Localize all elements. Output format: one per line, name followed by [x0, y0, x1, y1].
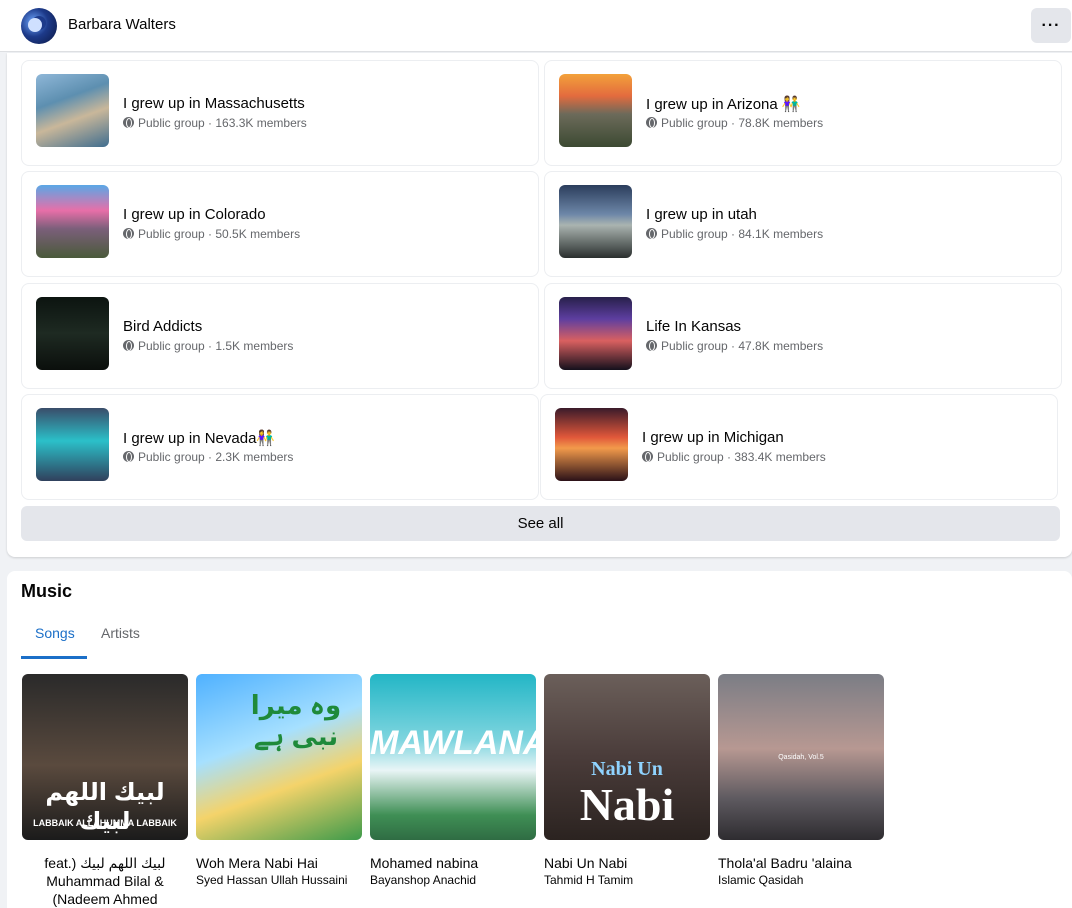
globe-icon [646, 117, 657, 128]
group-name[interactable]: I grew up in Michigan [642, 429, 784, 446]
song-cover[interactable]: Qasidah, Vol.5 [718, 674, 884, 840]
group-name[interactable]: I grew up in Arizona 👫 [646, 95, 801, 113]
song-artist[interactable]: Bayanshop Anachid [370, 872, 536, 888]
globe-icon [123, 228, 134, 239]
profile-header: Barbara Walters ··· [0, 0, 1072, 52]
group-thumbnail[interactable] [36, 408, 109, 481]
song-title[interactable]: feat.) لبيك اللهم لبيك Muhammad Bilal & … [22, 854, 188, 908]
tab-artists[interactable]: Artists [101, 625, 140, 641]
group-name[interactable]: I grew up in Colorado [123, 206, 266, 223]
more-options-button[interactable]: ··· [1031, 8, 1071, 43]
song-cover[interactable]: MAWLANA [370, 674, 536, 840]
group-name[interactable]: I grew up in utah [646, 206, 757, 223]
active-tab-indicator [21, 656, 87, 659]
group-meta: Public group · 383.4K members [642, 450, 826, 464]
group-meta: Public group · 2.3K members [123, 450, 293, 464]
group-item[interactable]: I grew up in Colorado Public group · 50.… [21, 171, 539, 277]
group-meta: Public group · 50.5K members [123, 227, 300, 241]
group-item[interactable]: I grew up in utah Public group · 84.1K m… [544, 171, 1062, 277]
song-item[interactable]: وہ میرا نبی ہے Woh Mera Nabi Hai Syed Ha… [196, 674, 362, 888]
globe-icon [123, 117, 134, 128]
song-item[interactable]: لبيك اللهم لبيك LABBAIK ALLAHUMMA LABBAI… [22, 674, 188, 908]
music-section: Music Songs Artists لبيك اللهم لبيك LABB… [7, 571, 1072, 908]
song-cover[interactable]: Nabi Un Nabi [544, 674, 710, 840]
group-meta: Public group · 163.3K members [123, 116, 307, 130]
avatar[interactable] [21, 8, 57, 44]
group-thumbnail[interactable] [36, 297, 109, 370]
song-item[interactable]: MAWLANA Mohamed nabina Bayanshop Anachid [370, 674, 536, 888]
group-item[interactable]: Life In Kansas Public group · 47.8K memb… [544, 283, 1062, 389]
globe-icon [646, 340, 657, 351]
song-cover[interactable]: لبيك اللهم لبيك LABBAIK ALLAHUMMA LABBAI… [22, 674, 188, 840]
group-meta: Public group · 78.8K members [646, 116, 823, 130]
group-thumbnail[interactable] [559, 185, 632, 258]
group-thumbnail[interactable] [555, 408, 628, 481]
group-item[interactable]: Bird Addicts Public group · 1.5K members [21, 283, 539, 389]
group-item[interactable]: I grew up in Nevada👫 Public group · 2.3K… [21, 394, 539, 500]
group-item[interactable]: I grew up in Massachusetts Public group … [21, 60, 539, 166]
groups-section: I grew up in Massachusetts Public group … [7, 53, 1072, 557]
group-thumbnail[interactable] [36, 74, 109, 147]
see-all-button[interactable]: See all [21, 506, 1060, 541]
song-item[interactable]: Nabi Un Nabi Nabi Un Nabi Tahmid H Tamim [544, 674, 710, 888]
song-artist[interactable]: Tahmid H Tamim [544, 872, 710, 888]
group-meta: Public group · 1.5K members [123, 339, 293, 353]
group-thumbnail[interactable] [36, 185, 109, 258]
group-item[interactable]: I grew up in Arizona 👫 Public group · 78… [544, 60, 1062, 166]
song-title[interactable]: Nabi Un Nabi [544, 854, 710, 872]
music-title: Music [21, 581, 73, 601]
globe-icon [642, 451, 653, 462]
globe-icon [123, 451, 134, 462]
profile-name[interactable]: Barbara Walters [68, 16, 176, 33]
song-artist[interactable]: Syed Hassan Ullah Hussaini [196, 872, 362, 888]
group-thumbnail[interactable] [559, 74, 632, 147]
group-name[interactable]: Bird Addicts [123, 318, 202, 335]
song-title[interactable]: Mohamed nabina [370, 854, 536, 872]
song-cover[interactable]: وہ میرا نبی ہے [196, 674, 362, 840]
tab-songs[interactable]: Songs [35, 625, 75, 641]
globe-icon [646, 228, 657, 239]
group-name[interactable]: I grew up in Nevada👫 [123, 429, 275, 447]
group-item[interactable]: I grew up in Michigan Public group · 383… [540, 394, 1058, 500]
group-thumbnail[interactable] [559, 297, 632, 370]
song-title[interactable]: Thola'al Badru 'alaina [718, 854, 884, 872]
song-title[interactable]: Woh Mera Nabi Hai [196, 854, 362, 872]
group-name[interactable]: I grew up in Massachusetts [123, 95, 305, 112]
song-item[interactable]: Qasidah, Vol.5 Thola'al Badru 'alaina Is… [718, 674, 884, 888]
globe-icon [123, 340, 134, 351]
group-meta: Public group · 47.8K members [646, 339, 823, 353]
song-artist[interactable]: Islamic Qasidah [718, 872, 884, 888]
group-meta: Public group · 84.1K members [646, 227, 823, 241]
group-name[interactable]: Life In Kansas [646, 318, 741, 335]
